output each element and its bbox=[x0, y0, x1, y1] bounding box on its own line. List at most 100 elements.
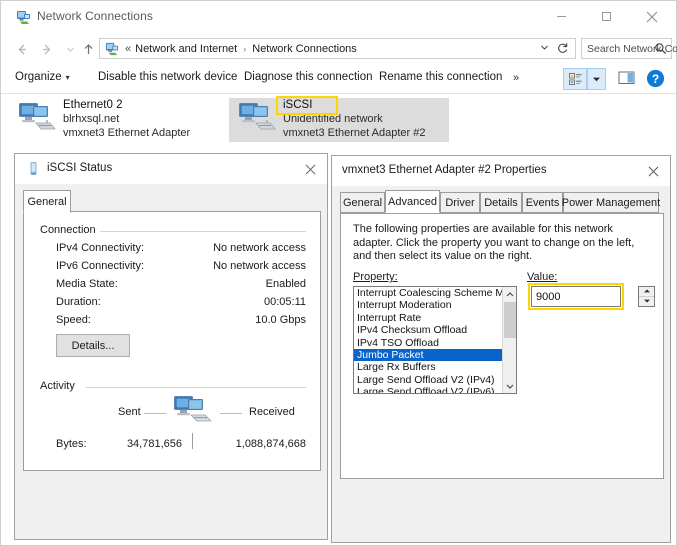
ethernet-adapter-icon bbox=[17, 101, 57, 137]
status-dialog-titlebar: iSCSI Status bbox=[15, 154, 327, 184]
tab-details[interactable]: Details bbox=[480, 192, 522, 213]
value-input[interactable]: 9000 bbox=[531, 286, 621, 307]
list-item[interactable]: Large Send Offload V2 (IPv4) bbox=[354, 374, 516, 386]
advanced-description: The following properties are available f… bbox=[353, 223, 635, 262]
close-button[interactable] bbox=[629, 1, 674, 32]
svg-text:?: ? bbox=[652, 72, 659, 86]
screen: Network Connections « Network and Intern… bbox=[0, 0, 677, 546]
list-item[interactable]: Interrupt Rate bbox=[354, 312, 516, 324]
properties-dialog-title: vmxnet3 Ethernet Adapter #2 Properties bbox=[342, 164, 547, 176]
adapter-network: Unidentified network bbox=[283, 113, 383, 125]
media-state-label: Media State: bbox=[56, 278, 118, 290]
properties-dialog-close-button[interactable] bbox=[638, 159, 668, 183]
preview-pane-button[interactable] bbox=[618, 70, 635, 86]
list-item[interactable]: Interrupt Coalescing Scheme Mode bbox=[354, 287, 516, 299]
ipv4-connectivity-value: No network access bbox=[213, 242, 306, 254]
network-status-icon bbox=[27, 161, 40, 180]
tab-general[interactable]: General bbox=[340, 192, 385, 213]
up-button[interactable] bbox=[77, 38, 99, 60]
command-bar-overflow-button[interactable]: » bbox=[513, 72, 519, 84]
ipv6-connectivity-value: No network access bbox=[213, 260, 306, 272]
tab-events[interactable]: Events bbox=[522, 192, 563, 213]
breadcrumb-leading: « bbox=[125, 42, 132, 55]
list-item[interactable]: Large Rx Buffers bbox=[354, 361, 516, 373]
activity-group-label: Activity bbox=[40, 380, 80, 392]
breadcrumb-item-network-connections[interactable]: Network Connections bbox=[252, 43, 357, 55]
connection-group-divider bbox=[100, 231, 306, 232]
window-title: Network Connections bbox=[37, 9, 153, 23]
address-bar-row: « Network and Internet › Network Connect… bbox=[1, 33, 677, 64]
list-item-jumbo-packet[interactable]: Jumbo Packet bbox=[354, 348, 516, 362]
adapter-tile-ethernet0-2[interactable]: Ethernet0 2 blrhxsql.net vmxnet3 Etherne… bbox=[9, 98, 224, 142]
computers-transfer-icon bbox=[172, 394, 214, 431]
adapter-tile-iscsi[interactable]: iSCSI Unidentified network vmxnet3 Ether… bbox=[229, 98, 449, 142]
received-label: Received bbox=[249, 406, 295, 418]
status-dialog-close-button[interactable] bbox=[295, 157, 325, 181]
value-spinner[interactable] bbox=[638, 286, 655, 307]
media-state-value: Enabled bbox=[265, 278, 306, 290]
scrollbar-thumb[interactable] bbox=[504, 302, 516, 338]
scroll-down-arrow-icon[interactable] bbox=[503, 379, 516, 393]
forward-button[interactable] bbox=[35, 38, 57, 60]
connection-group-label: Connection bbox=[40, 224, 101, 236]
property-list-scrollbar[interactable] bbox=[502, 287, 516, 393]
minimize-button[interactable] bbox=[539, 1, 584, 32]
disable-network-device-button[interactable]: Disable this network device bbox=[98, 71, 237, 83]
sent-line bbox=[144, 413, 166, 414]
network-connections-icon bbox=[15, 10, 31, 25]
spinner-up-button[interactable] bbox=[639, 287, 654, 297]
tab-driver[interactable]: Driver bbox=[440, 192, 480, 213]
list-item[interactable]: IPv4 TSO Offload bbox=[354, 337, 516, 349]
adapter-device: vmxnet3 Ethernet Adapter bbox=[63, 127, 191, 139]
command-bar: Organize ▾ Disable this network device Di… bbox=[1, 64, 676, 94]
adapter-name: iSCSI bbox=[283, 99, 313, 111]
adapter-device: vmxnet3 Ethernet Adapter #2 bbox=[283, 127, 426, 139]
ethernet-adapter-icon bbox=[237, 101, 277, 137]
diagnose-connection-button[interactable]: Diagnose this connection bbox=[244, 71, 373, 83]
value-label: Value: bbox=[527, 271, 558, 283]
maximize-button[interactable] bbox=[584, 1, 629, 32]
scroll-up-arrow-icon[interactable] bbox=[503, 287, 516, 301]
bytes-sent-value: 34,781,656 bbox=[126, 438, 182, 450]
advanced-tab-page: The following properties are available f… bbox=[340, 213, 664, 479]
ipv6-connectivity-label: IPv6 Connectivity: bbox=[56, 260, 145, 272]
list-item[interactable]: IPv4 Checksum Offload bbox=[354, 324, 516, 336]
help-icon[interactable]: ? bbox=[646, 69, 665, 91]
change-view-dropdown[interactable] bbox=[587, 68, 606, 90]
breadcrumb-item-network-and-internet[interactable]: Network and Internet bbox=[135, 43, 237, 55]
search-icon[interactable] bbox=[654, 42, 667, 58]
property-list-label: Property: bbox=[353, 271, 398, 283]
details-button[interactable]: Details... bbox=[56, 334, 130, 357]
window-titlebar: Network Connections bbox=[1, 1, 676, 33]
rename-connection-button[interactable]: Rename this connection bbox=[379, 71, 502, 83]
address-bar[interactable]: « Network and Internet › Network Connect… bbox=[99, 38, 576, 59]
tab-power-management[interactable]: Power Management bbox=[562, 192, 660, 213]
spinner-down-button[interactable] bbox=[639, 297, 654, 307]
bytes-separator bbox=[192, 433, 193, 449]
tab-general[interactable]: General bbox=[23, 190, 71, 213]
activity-group-divider bbox=[86, 387, 306, 388]
change-view-button[interactable] bbox=[563, 68, 587, 90]
bytes-label: Bytes: bbox=[56, 438, 87, 450]
status-dialog-title: iSCSI Status bbox=[47, 162, 113, 174]
properties-tabstrip: General Advanced Driver Details Events P… bbox=[340, 190, 664, 213]
sent-label: Sent bbox=[118, 406, 141, 418]
status-tab-page: Connection IPv4 Connectivity: No network… bbox=[23, 211, 321, 471]
organize-caret-down-icon: ▾ bbox=[65, 73, 70, 82]
back-button[interactable] bbox=[11, 38, 33, 60]
speed-value: 10.0 Gbps bbox=[255, 314, 306, 326]
organize-menu[interactable]: Organize ▾ bbox=[15, 71, 70, 83]
adapter-properties-dialog: vmxnet3 Ethernet Adapter #2 Properties G… bbox=[331, 155, 671, 543]
list-item[interactable]: Large Send Offload V2 (IPv6) bbox=[354, 386, 516, 393]
received-line bbox=[220, 413, 242, 414]
search-input[interactable]: Search Network Connections bbox=[581, 38, 677, 59]
address-dropdown-chevron-down-icon[interactable] bbox=[540, 43, 549, 54]
property-listbox[interactable]: Interrupt Coalescing Scheme Mode Interru… bbox=[353, 286, 517, 394]
adapter-name: Ethernet0 2 bbox=[63, 99, 123, 111]
speed-label: Speed: bbox=[56, 314, 91, 326]
refresh-icon[interactable] bbox=[556, 41, 569, 58]
adapter-network: blrhxsql.net bbox=[63, 113, 120, 125]
list-item[interactable]: Interrupt Moderation bbox=[354, 299, 516, 311]
tab-advanced[interactable]: Advanced bbox=[385, 190, 440, 213]
address-bar-network-icon bbox=[104, 42, 119, 56]
